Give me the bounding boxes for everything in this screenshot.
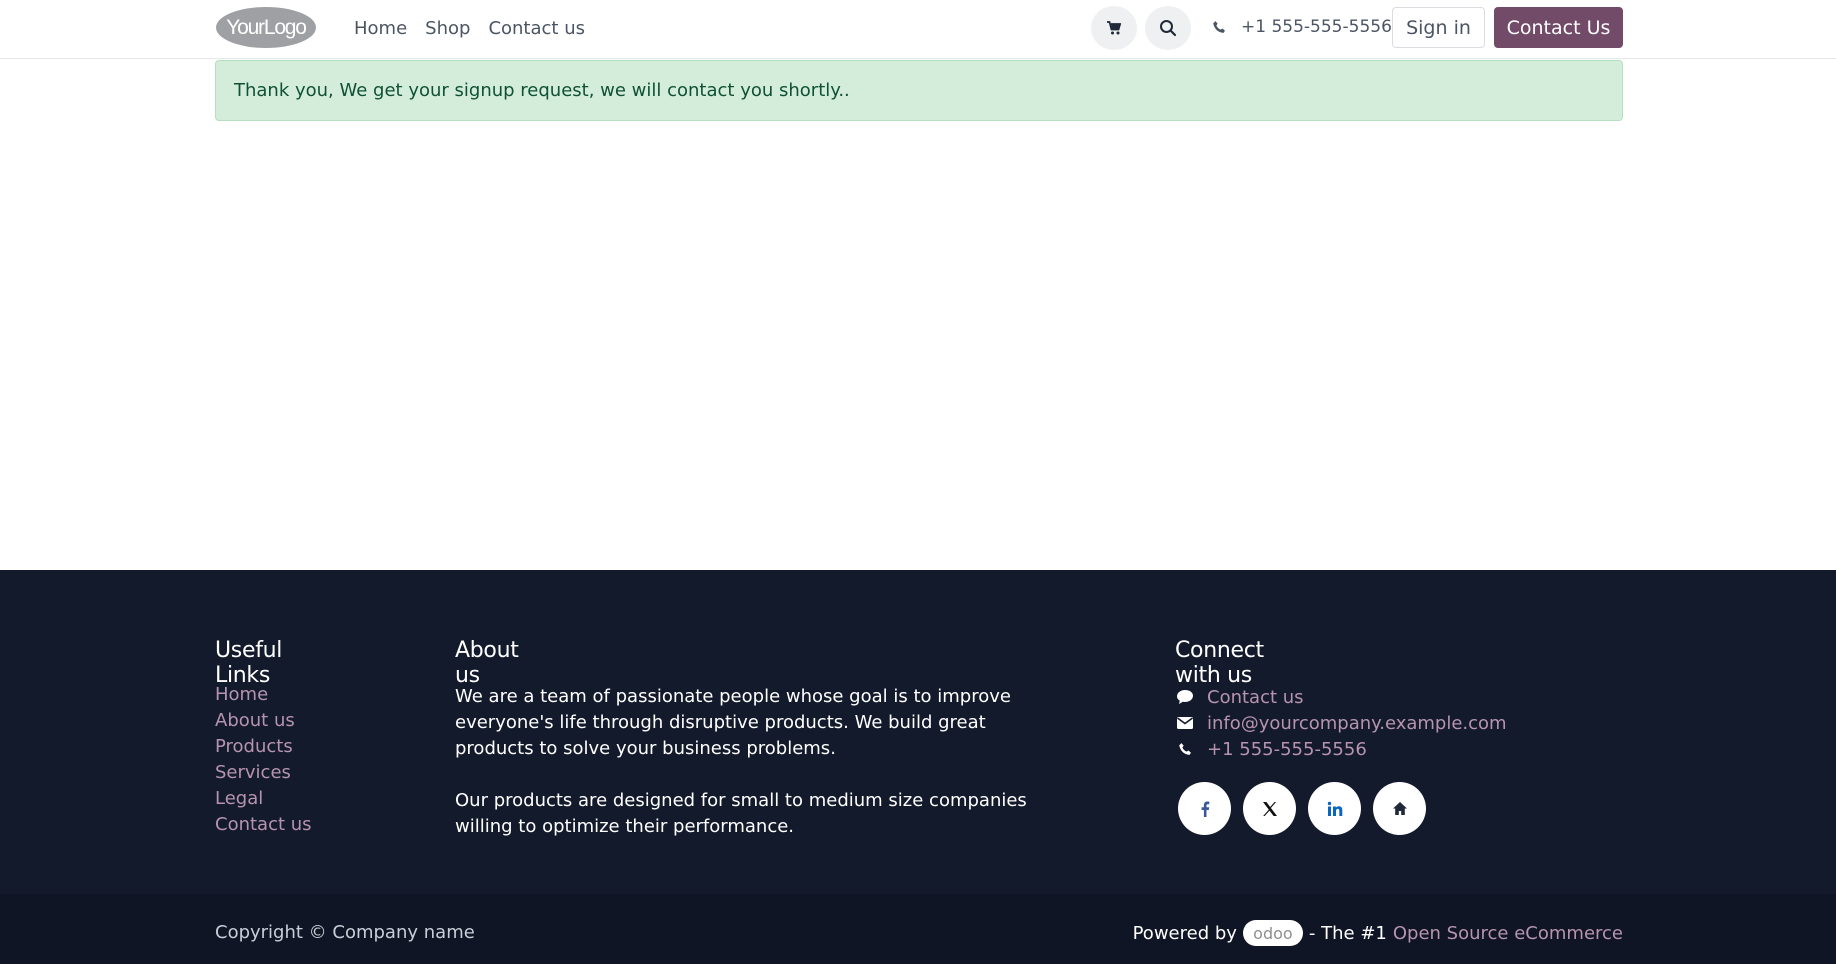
odoo-logo-text: odoo xyxy=(1253,923,1293,943)
powered-by: Powered by odoo - The #1 Open Source eCo… xyxy=(1133,894,1623,964)
search-button[interactable] xyxy=(1145,6,1191,50)
connect-email-link: info@yourcompany.example.com xyxy=(1207,712,1507,734)
footer-link-products[interactable]: Products xyxy=(215,736,312,762)
connect-contact-item[interactable]: Contact us xyxy=(1175,684,1507,710)
header-phone[interactable]: +1 555-555-5556 xyxy=(1212,17,1392,37)
home-icon xyxy=(1392,802,1407,815)
copyright-text: Copyright © Company name xyxy=(215,922,475,943)
linkedin-icon xyxy=(1327,801,1342,816)
x-twitter-button[interactable] xyxy=(1243,782,1296,835)
site-footer: Useful Links Home About us Products Serv… xyxy=(0,570,1836,894)
alert-message: Thank you, We get your signup request, w… xyxy=(234,80,850,101)
about-us-paragraph-1: We are a team of passionate people whose… xyxy=(455,686,1011,759)
social-links xyxy=(1178,782,1426,835)
site-logo[interactable]: YourLogo xyxy=(215,6,318,49)
cart-icon xyxy=(1107,21,1122,35)
search-icon xyxy=(1160,20,1177,37)
footer-link-contact-us[interactable]: Contact us xyxy=(215,814,312,840)
contact-us-button[interactable]: Contact Us xyxy=(1494,7,1623,48)
connect-contact-link: Contact us xyxy=(1207,686,1304,708)
bottom-bar: Copyright © Company name Powered by odoo… xyxy=(0,894,1836,964)
envelope-icon xyxy=(1175,716,1195,730)
nav-home[interactable]: Home xyxy=(354,18,407,39)
connect-email-item[interactable]: info@yourcompany.example.com xyxy=(1175,710,1507,736)
footer-link-legal[interactable]: Legal xyxy=(215,788,312,814)
about-us-paragraph-2: Our products are designed for small to m… xyxy=(455,790,1027,837)
home-button[interactable] xyxy=(1373,782,1426,835)
nav-shop[interactable]: Shop xyxy=(425,18,470,39)
connect-title: Connect with us xyxy=(1175,638,1264,688)
nav-contact-us[interactable]: Contact us xyxy=(488,18,585,39)
connect-phone-item[interactable]: +1 555-555-5556 xyxy=(1175,736,1507,762)
powered-by-tagline: - The #1 xyxy=(1308,922,1387,944)
linkedin-button[interactable] xyxy=(1308,782,1361,835)
facebook-icon xyxy=(1201,801,1209,817)
phone-icon xyxy=(1213,20,1225,33)
odoo-badge[interactable]: odoo xyxy=(1242,920,1303,946)
header-phone-number: +1 555-555-5556 xyxy=(1241,17,1392,37)
useful-links-list: Home About us Products Services Legal Co… xyxy=(215,684,312,840)
connect-phone-link: +1 555-555-5556 xyxy=(1207,738,1367,760)
main-nav: Home Shop Contact us xyxy=(354,0,585,56)
signup-success-alert: Thank you, We get your signup request, w… xyxy=(215,60,1623,121)
useful-links-title: Useful Links xyxy=(215,638,283,688)
logo-text: YourLogo xyxy=(226,16,306,39)
logo-icon: YourLogo xyxy=(216,7,316,48)
cart-button[interactable] xyxy=(1091,6,1137,50)
facebook-button[interactable] xyxy=(1178,782,1231,835)
x-twitter-icon xyxy=(1262,801,1277,816)
powered-by-prefix: Powered by xyxy=(1132,922,1237,944)
footer-link-home[interactable]: Home xyxy=(215,684,312,710)
footer-link-services[interactable]: Services xyxy=(215,762,312,788)
comment-icon xyxy=(1175,689,1195,705)
connect-list: Contact us info@yourcompany.example.com … xyxy=(1175,684,1507,762)
open-source-ecommerce-link[interactable]: Open Source eCommerce xyxy=(1393,923,1623,944)
footer-link-about-us[interactable]: About us xyxy=(215,710,312,736)
phone-icon xyxy=(1175,742,1195,757)
sign-in-button[interactable]: Sign in xyxy=(1392,7,1485,48)
about-us-title: About us xyxy=(455,638,519,688)
site-header: YourLogo Home Shop Contact us +1 555-555… xyxy=(0,0,1836,59)
